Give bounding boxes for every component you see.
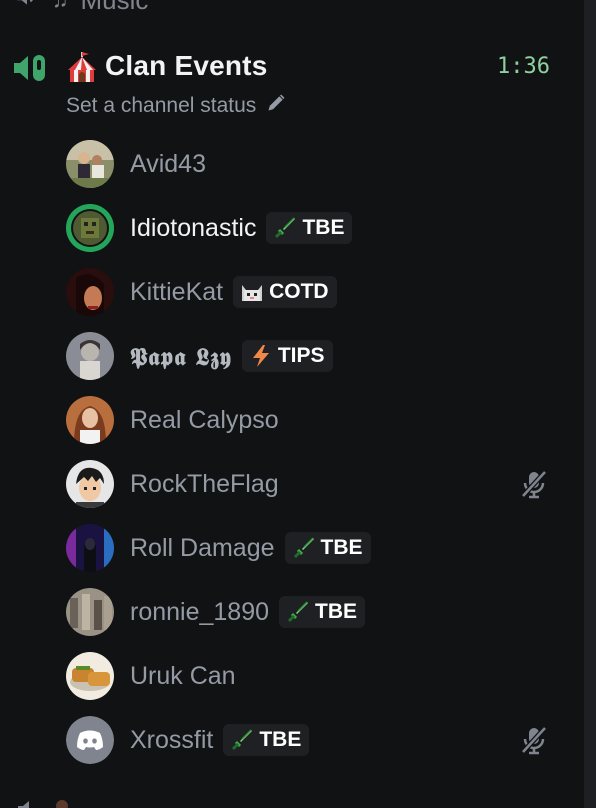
member-name: Roll Damage [130, 533, 275, 562]
voice-member[interactable]: Roll Damage TBE [66, 516, 566, 580]
sword-icon [229, 727, 255, 753]
member-tag: TIPS [241, 340, 333, 372]
voice-member[interactable]: Real Calypso [66, 388, 566, 452]
voice-member[interactable]: 𝕻𝖆𝖕𝖆 𝕷𝖟𝖞 TIPS [66, 324, 566, 388]
member-name: Real Calypso [130, 405, 279, 434]
member-tag: TBE [223, 724, 310, 756]
avatar [66, 652, 114, 700]
voice-member[interactable]: KittieKat COTD [66, 260, 566, 324]
member-tag: TBE [266, 212, 353, 244]
music-note-icon: ♫ [52, 0, 69, 13]
next-channel[interactable] [14, 796, 74, 808]
channel-status-label: Set a channel status [66, 94, 257, 117]
sword-icon [285, 599, 311, 625]
avatar [66, 396, 114, 444]
pencil-icon [266, 93, 286, 119]
member-tag: TBE [284, 532, 371, 564]
previous-channel[interactable]: ♫ Music [14, 0, 149, 17]
voice-member[interactable]: Avid43 [66, 132, 566, 196]
voice-speaking-icon [12, 50, 52, 86]
avatar [66, 332, 114, 380]
voice-member[interactable]: RockTheFlag [66, 452, 566, 516]
member-name: Idiotonastic [130, 213, 257, 242]
tag-text: TBE [315, 600, 358, 623]
previous-channel-name: Music [81, 0, 149, 16]
avatar-speaking [66, 204, 114, 252]
avatar [66, 524, 114, 572]
channel-status-button[interactable]: Set a channel status [66, 92, 286, 120]
voice-member[interactable]: ronnie_1890 TBE [66, 580, 566, 644]
voice-member[interactable]: Xrossfit TBE [66, 708, 566, 772]
voice-member[interactable]: Idiotonastic TBE [66, 196, 566, 260]
tag-text: TBE [320, 536, 363, 559]
tag-text: TIPS [277, 344, 325, 367]
muted-microphone-icon [518, 724, 550, 756]
channel-name: Clan Events [105, 50, 268, 81]
scrollbar[interactable] [584, 0, 596, 808]
voice-channel-list: ♫ Music [0, 0, 596, 808]
sword-icon [272, 215, 298, 241]
channel-timer: 1:36 [497, 54, 550, 79]
member-name: Xrossfit [130, 725, 214, 754]
member-name: RockTheFlag [130, 469, 279, 498]
member-name: ronnie_1890 [130, 597, 270, 626]
avatar [66, 460, 114, 508]
circus-tent-icon [66, 50, 98, 84]
tag-text: COTD [269, 280, 329, 303]
member-name: 𝕻𝖆𝖕𝖆 𝕷𝖟𝖞 [130, 341, 232, 371]
voice-channel-clan-events[interactable]: Clan Events 1:36 [12, 44, 572, 92]
muted-microphone-icon [518, 468, 550, 500]
avatar [66, 140, 114, 188]
member-tag: COTD [233, 276, 337, 308]
member-name: KittieKat [130, 277, 224, 306]
member-name: Avid43 [130, 149, 206, 178]
lightning-icon [248, 343, 274, 369]
cat-icon [239, 279, 265, 305]
avatar [66, 268, 114, 316]
member-name: Uruk Can [130, 661, 236, 690]
voice-member-list: Avid43 Idiotonastic TBE KittieKat COTD 𝕻… [66, 132, 566, 772]
tag-text: TBE [302, 216, 345, 239]
avatar [66, 588, 114, 636]
speaker-icon [14, 0, 40, 17]
tag-text: TBE [259, 728, 302, 751]
voice-member[interactable]: Uruk Can [66, 644, 566, 708]
member-tag: TBE [279, 596, 366, 628]
discord-default-avatar [66, 716, 114, 764]
sword-icon [291, 535, 317, 561]
